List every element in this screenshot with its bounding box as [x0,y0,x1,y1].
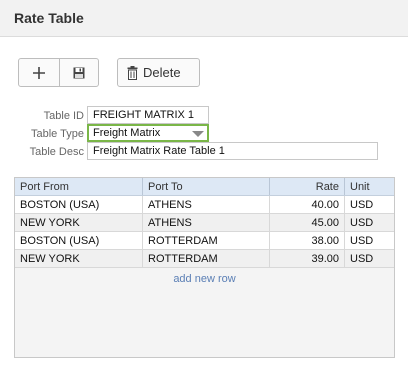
table-row[interactable]: BOSTON (USA) ROTTERDAM 38.00 USD [15,232,394,250]
delete-button[interactable]: Delete [117,58,200,87]
plus-icon [32,66,45,79]
cell-unit[interactable]: USD [345,214,394,231]
cell-port-from[interactable]: NEW YORK [15,214,143,231]
cell-port-to[interactable]: ROTTERDAM [143,232,270,249]
column-header-rate[interactable]: Rate [270,178,345,195]
cell-port-to[interactable]: ATHENS [143,214,270,231]
column-header-unit[interactable]: Unit [345,178,394,195]
table-id-field[interactable]: FREIGHT MATRIX 1 [87,106,209,124]
cell-port-to[interactable]: ATHENS [143,196,270,213]
cell-port-from[interactable]: BOSTON (USA) [15,196,143,213]
cell-rate[interactable]: 45.00 [270,214,345,231]
table-type-value: Freight Matrix [93,127,161,139]
cell-rate[interactable]: 38.00 [270,232,345,249]
floppy-disk-icon [73,67,85,78]
table-row[interactable]: NEW YORK ATHENS 45.00 USD [15,214,394,232]
table-id-label: Table ID [43,110,84,122]
cell-port-from[interactable]: BOSTON (USA) [15,232,143,249]
table-row[interactable]: NEW YORK ROTTERDAM 39.00 USD [15,250,394,268]
chevron-down-icon[interactable] [192,131,204,137]
toolbar-button-group [18,58,99,87]
grid-header: Port From Port To Rate Unit [15,178,394,196]
cell-port-from[interactable]: NEW YORK [15,250,143,267]
rate-grid: Port From Port To Rate Unit BOSTON (USA)… [14,177,395,358]
cell-unit[interactable]: USD [345,232,394,249]
table-row[interactable]: BOSTON (USA) ATHENS 40.00 USD [15,196,394,214]
window-title: Rate Table [14,10,84,26]
table-desc-field[interactable]: Freight Matrix Rate Table 1 [87,142,378,160]
cell-port-to[interactable]: ROTTERDAM [143,250,270,267]
cell-rate[interactable]: 39.00 [270,250,345,267]
title-bar: Rate Table [0,0,408,37]
delete-button-label: Delete [143,65,181,80]
cell-unit[interactable]: USD [345,250,394,267]
column-header-port-to[interactable]: Port To [143,178,270,195]
cell-unit[interactable]: USD [345,196,394,213]
save-button[interactable] [58,59,99,86]
table-desc-label: Table Desc [29,146,84,158]
table-type-select[interactable]: Freight Matrix [87,124,209,142]
trash-icon [127,65,138,80]
cell-rate[interactable]: 40.00 [270,196,345,213]
column-header-port-from[interactable]: Port From [15,178,143,195]
add-button[interactable] [19,59,59,86]
add-new-row-link[interactable]: add new row [15,273,394,285]
table-type-label: Table Type [30,128,84,140]
